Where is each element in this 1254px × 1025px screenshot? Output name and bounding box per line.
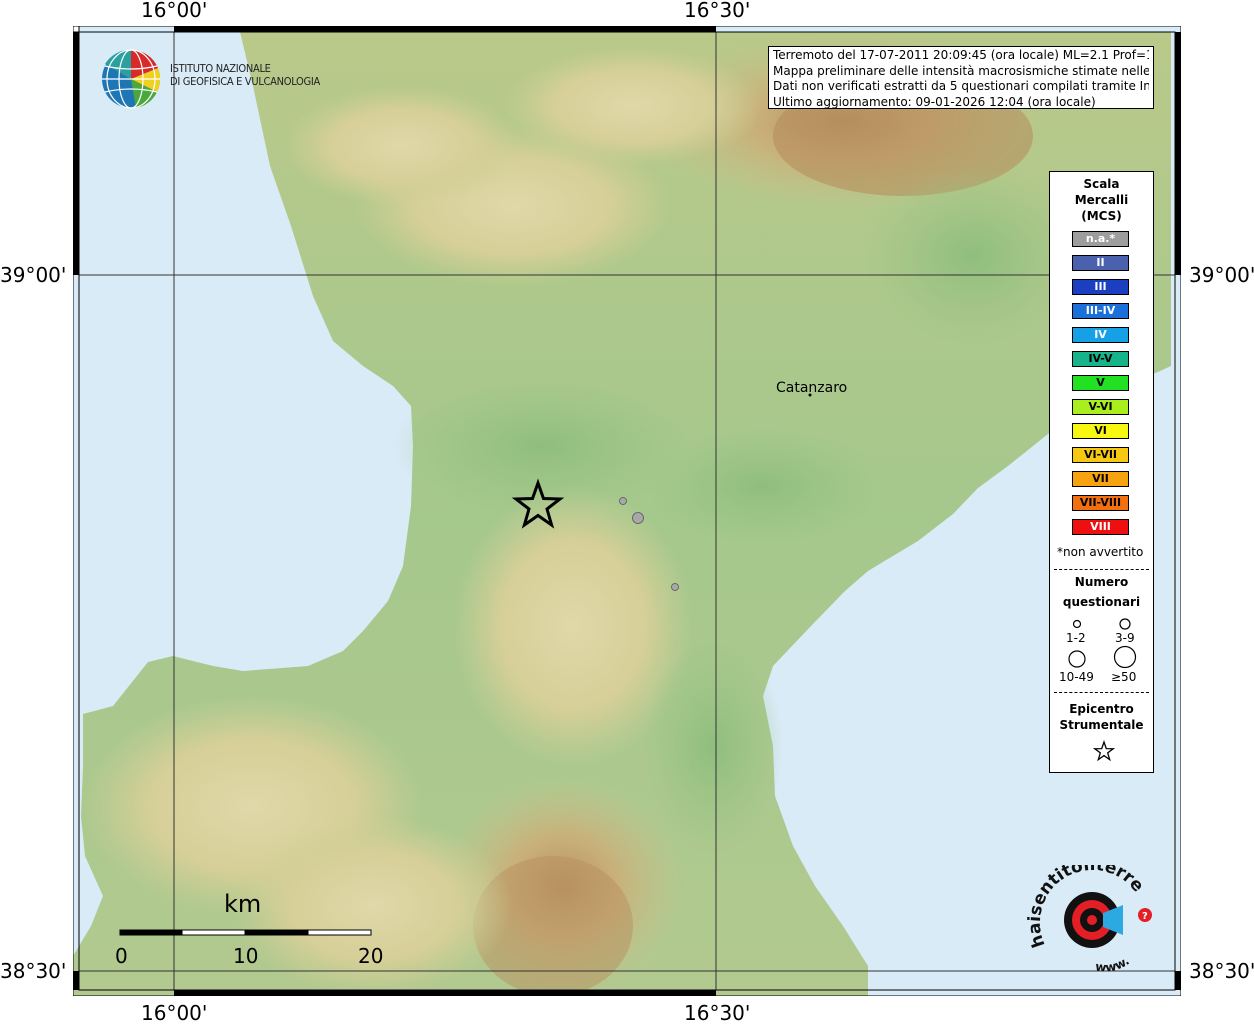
top-lon-label-2: 16°30' xyxy=(684,0,751,22)
questionnaire-point[interactable] xyxy=(632,512,644,524)
mcs-swatch: III-IV xyxy=(1072,303,1129,319)
ingv-line-1: ISTITUTO NAZIONALE xyxy=(170,62,271,75)
svg-text:www.: www. xyxy=(1094,954,1131,975)
left-lat-label-1: 39°00' xyxy=(0,263,67,287)
scale-tick-20: 20 xyxy=(358,944,384,968)
mcs-swatch: VII-VIII xyxy=(1072,495,1129,511)
count-class-4: ≥50 xyxy=(1111,670,1137,684)
legend-title-1: Scala xyxy=(1083,177,1120,191)
scale-tick-0: 0 xyxy=(115,944,128,968)
hsit-logo-graphic: haisentitoilterremoto.it www. ? xyxy=(1016,850,1152,975)
left-lat-label-2: 38°30' xyxy=(0,959,67,983)
mcs-swatch: VI-VII xyxy=(1072,447,1129,463)
count-class-1: 1-2 xyxy=(1066,631,1086,645)
count-symbol-medium-icon xyxy=(1119,618,1131,630)
ingv-line-2: DI GEOFISICA E VULCANOLOGIA xyxy=(170,75,320,88)
count-class-3: 10-49 xyxy=(1059,670,1094,684)
scale-bar: km 0 10 20 xyxy=(115,890,388,970)
legend-title-2: Mercalli xyxy=(1074,193,1129,207)
right-lat-label-1: 39°00' xyxy=(1189,263,1254,287)
mcs-swatch: VIII xyxy=(1072,519,1129,535)
legend-divider xyxy=(1054,569,1149,570)
hsit-logo[interactable]: haisentitoilterremoto.it www. ? xyxy=(1016,850,1160,975)
legend-title-3: (MCS) xyxy=(1081,209,1122,223)
count-class-2: 3-9 xyxy=(1115,631,1135,645)
map-panel[interactable] xyxy=(73,26,1181,996)
ingv-globe-icon xyxy=(102,49,161,109)
mcs-swatch: IV-V xyxy=(1072,351,1129,367)
svg-text:?: ? xyxy=(1142,911,1148,922)
right-lat-label-2: 38°30' xyxy=(1189,959,1254,983)
count-title-1: Numero xyxy=(1074,575,1129,589)
mcs-swatch: V xyxy=(1072,375,1129,391)
event-info-box: Terremoto del 17-07-2011 20:09:45 (ora l… xyxy=(768,46,1154,109)
epicenter-title-1: Epicentro xyxy=(1069,702,1134,716)
bottom-lon-label-2: 16°30' xyxy=(684,1001,751,1025)
top-lon-label-1: 16°00' xyxy=(141,0,208,22)
info-line-map: Mappa preliminare delle intensità macros… xyxy=(773,63,1149,78)
count-symbol-xlarge-icon xyxy=(1113,645,1137,669)
count-symbol-small-icon xyxy=(1072,619,1082,629)
info-line-event: Terremoto del 17-07-2011 20:09:45 (ora l… xyxy=(773,48,1149,62)
info-line-updated: Ultimo aggiornamento: 09-01-2026 12:04 (… xyxy=(773,94,1096,109)
mcs-swatch: III xyxy=(1072,279,1129,295)
hsit-www-text: www. xyxy=(1094,954,1131,975)
map-canvas[interactable] xyxy=(73,26,1181,996)
mcs-swatch: n.a.* xyxy=(1072,231,1129,247)
info-line-data: Dati non verificati estratti da 5 questi… xyxy=(773,79,1149,93)
bottom-lon-label-1: 16°00' xyxy=(141,1001,208,1025)
epicenter-legend-star-icon xyxy=(1093,740,1115,762)
count-title-2: questionari xyxy=(1062,595,1141,609)
mcs-swatch: VII xyxy=(1072,471,1129,487)
mcs-swatch: V-VI xyxy=(1072,399,1129,415)
legend-divider xyxy=(1054,692,1149,693)
legend-panel: Scala Mercalli (MCS) n.a.* II III III-IV IV I… xyxy=(1049,171,1154,773)
na-note: *non avvertito xyxy=(1057,545,1144,559)
epicenter-title-2: Strumentale xyxy=(1059,718,1144,732)
ingv-logo: ISTITUTO NAZIONALE DI GEOFISICA E VULCAN… xyxy=(100,48,330,112)
city-label-catanzaro: Catanzaro xyxy=(776,380,848,396)
questionnaire-point[interactable] xyxy=(619,497,627,505)
scale-tick-10: 10 xyxy=(233,944,259,968)
mcs-swatch: VI xyxy=(1072,423,1129,439)
mcs-swatch: IV xyxy=(1072,327,1129,343)
mcs-swatch: II xyxy=(1072,255,1129,271)
questionnaire-point[interactable] xyxy=(671,583,679,591)
scale-unit: km xyxy=(224,890,262,918)
count-symbol-large-icon xyxy=(1068,650,1086,668)
ingv-logo-text: ISTITUTO NAZIONALE DI GEOFISICA E VULCAN… xyxy=(170,62,320,88)
